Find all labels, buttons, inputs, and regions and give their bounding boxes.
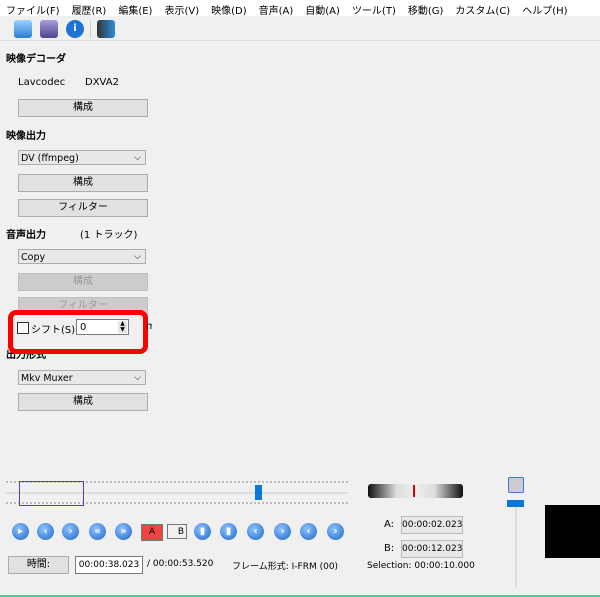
back-1min-button[interactable]: ‹ bbox=[300, 523, 317, 540]
video-filter-icon[interactable] bbox=[97, 20, 115, 38]
menu-custom[interactable]: カスタム(C) bbox=[449, 0, 510, 17]
volume-handle[interactable] bbox=[507, 500, 524, 507]
toolbar-separator bbox=[90, 20, 91, 38]
next-black-button[interactable]: › bbox=[274, 523, 291, 540]
next-frame-button[interactable]: › bbox=[62, 523, 79, 540]
menu-go[interactable]: 移動(G) bbox=[402, 0, 444, 17]
prev-keyframe-button[interactable]: « bbox=[89, 523, 106, 540]
video-codec-select[interactable]: DV (ffmpeg) ⌵ bbox=[18, 150, 146, 165]
marker-b-label: B: bbox=[384, 543, 395, 554]
video-codec-value: DV (ffmpeg) bbox=[21, 153, 79, 164]
chevron-down-icon: ⌵ bbox=[134, 153, 141, 163]
chevron-down-icon: ⌵ bbox=[134, 252, 141, 262]
menu-auto[interactable]: 自動(A) bbox=[299, 0, 340, 17]
audio-codec-select[interactable]: Copy ⌵ bbox=[18, 249, 146, 264]
chevron-down-icon: ⌵ bbox=[134, 373, 141, 383]
menu-bar: ファイル(F) 履歴(R) 編集(E) 表示(V) 映像(D) 音声(A) 自動… bbox=[0, 0, 600, 17]
set-marker-a-button[interactable]: A bbox=[141, 524, 163, 541]
jog-indicator bbox=[413, 485, 415, 497]
video-decoder-heading: 映像デコーダ bbox=[6, 54, 66, 65]
decoder-configure-button[interactable]: 構成 bbox=[18, 99, 148, 117]
selection-value: 00:00:10.000 bbox=[414, 561, 475, 571]
volume-track[interactable] bbox=[515, 506, 517, 588]
marker-b-value: 00:00:12.023 bbox=[401, 540, 463, 558]
container-value: Mkv Muxer bbox=[21, 373, 73, 384]
info-icon[interactable]: i bbox=[66, 20, 84, 38]
container-configure-button[interactable]: 構成 bbox=[18, 393, 148, 411]
marker-a-label: A: bbox=[384, 519, 395, 530]
total-time: / 00:00:53.520 bbox=[147, 559, 214, 569]
frame-type: フレーム形式: I-FRM (00) bbox=[232, 562, 339, 572]
shift-spinbox[interactable]: 0 ▲ ▼ bbox=[76, 319, 129, 335]
play-button[interactable]: ▸ bbox=[12, 523, 29, 540]
selection-range bbox=[19, 481, 84, 506]
menu-audio[interactable]: 音声(A) bbox=[253, 0, 294, 17]
video-filters-button[interactable]: フィルター bbox=[18, 199, 148, 217]
set-marker-b-button[interactable]: B bbox=[167, 524, 187, 539]
menu-edit[interactable]: 編集(E) bbox=[112, 0, 152, 17]
menu-video[interactable]: 映像(D) bbox=[205, 0, 247, 17]
menu-tools[interactable]: ツール(T) bbox=[346, 0, 396, 17]
menu-view[interactable]: 表示(V) bbox=[158, 0, 199, 17]
next-keyframe-button[interactable]: » bbox=[115, 523, 132, 540]
shift-checkbox[interactable] bbox=[17, 322, 29, 334]
spin-arrows-icon[interactable]: ▲ ▼ bbox=[118, 321, 127, 333]
forward-1min-button[interactable]: › bbox=[327, 523, 344, 540]
selection-label: Selection: bbox=[367, 561, 412, 571]
decoder-accel: DXVA2 bbox=[85, 77, 119, 88]
toolbar: i bbox=[0, 16, 600, 41]
video-output-heading: 映像出力 bbox=[6, 131, 46, 142]
video-configure-button[interactable]: 構成 bbox=[18, 174, 148, 192]
prev-black-button[interactable]: ‹ bbox=[247, 523, 264, 540]
selection-duration: Selection: 00:00:10.000 bbox=[367, 561, 475, 571]
video-preview bbox=[545, 505, 600, 558]
audio-configure-button[interactable]: 構成 bbox=[18, 273, 148, 291]
go-start-button[interactable]: ▮ bbox=[194, 523, 211, 540]
shift-label: シフト(S): bbox=[31, 325, 79, 336]
audio-output-heading: 音声出力 bbox=[6, 230, 46, 241]
prev-frame-button[interactable]: ‹ bbox=[37, 523, 54, 540]
go-end-button[interactable]: ▮ bbox=[220, 523, 237, 540]
menu-help[interactable]: ヘルプ(H) bbox=[516, 0, 567, 17]
decoder-name: Lavcodec bbox=[18, 77, 66, 88]
volume-icon[interactable] bbox=[508, 477, 524, 493]
jog-shuttle[interactable] bbox=[368, 484, 463, 498]
menu-file[interactable]: ファイル(F) bbox=[0, 0, 60, 17]
shift-unit: ms bbox=[146, 321, 152, 332]
container-select[interactable]: Mkv Muxer ⌵ bbox=[18, 370, 146, 385]
marker-a-value: 00:00:02.023 bbox=[401, 516, 463, 534]
current-time-field[interactable]: 00:00:38.023 bbox=[75, 556, 143, 574]
audio-track-count: (1 トラック) bbox=[80, 230, 138, 241]
timeline-handle[interactable] bbox=[255, 485, 262, 500]
time-button[interactable]: 時間: bbox=[8, 556, 69, 574]
audio-codec-value: Copy bbox=[21, 252, 46, 263]
open-folder-icon[interactable] bbox=[14, 20, 32, 38]
menu-history[interactable]: 履歴(R) bbox=[66, 0, 107, 17]
save-disk-icon[interactable] bbox=[40, 20, 58, 38]
shift-value: 0 bbox=[80, 322, 87, 333]
